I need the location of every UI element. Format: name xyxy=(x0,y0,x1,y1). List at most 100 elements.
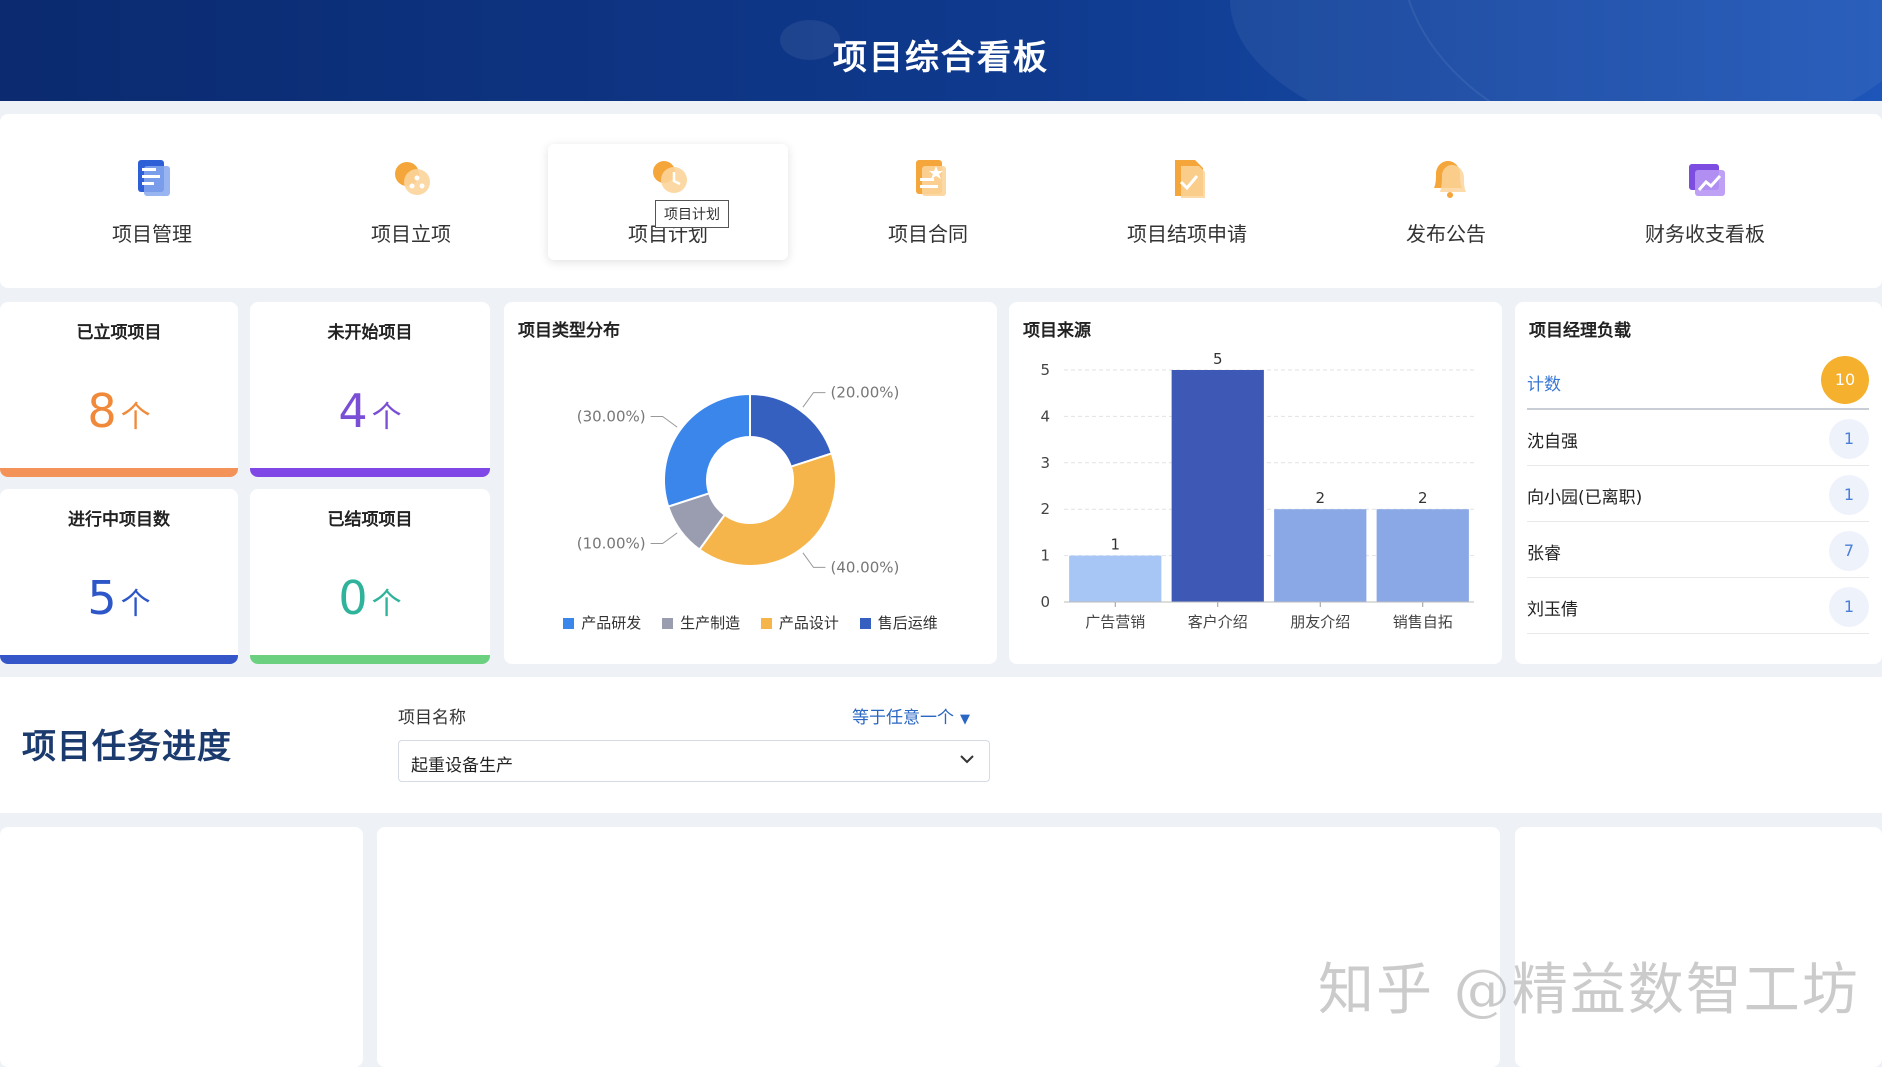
legend-item[interactable]: 产品设计 xyxy=(760,612,839,633)
nav-label: 项目合同 xyxy=(888,222,968,246)
nav-tooltip: 项目计划 xyxy=(655,200,729,228)
project-type-panel: 项目类型分布 (20.00%) (40.00%) (10.00%) (30.00%) … xyxy=(504,302,997,664)
manager-row[interactable]: 向小园(已离职) 1 xyxy=(1527,465,1869,522)
x-tick-label: 客户介绍 xyxy=(1188,613,1248,631)
legend-item[interactable]: 售后运维 xyxy=(859,612,938,633)
stat-accent-bar xyxy=(0,468,238,477)
project-plan-icon xyxy=(653,161,687,193)
nav-label: 财务收支看板 xyxy=(1645,222,1765,246)
count-badge: 10 xyxy=(1821,356,1869,404)
stat-title: 已结项项目 xyxy=(327,510,413,530)
bar[interactable] xyxy=(1171,370,1264,602)
stat-value: 5个 xyxy=(0,571,238,625)
y-tick-label: 5 xyxy=(1040,361,1050,379)
stat-card-not-started[interactable]: 未开始项目 4个 xyxy=(250,302,490,477)
nav-label: 项目管理 xyxy=(112,222,192,246)
y-tick-label: 0 xyxy=(1040,593,1050,611)
watermark: 知乎 @精益数智工坊 xyxy=(1318,958,1860,1023)
donut-legend: 产品研发 生产制造 产品设计 售后运维 xyxy=(504,612,997,633)
filter-label: 项目名称 xyxy=(398,708,466,728)
project-name-select[interactable]: 起重设备生产 xyxy=(398,740,990,782)
stat-number: 5 xyxy=(87,571,117,625)
count-badge: 1 xyxy=(1829,475,1869,515)
bar[interactable] xyxy=(1376,509,1469,602)
manager-name: 张睿 xyxy=(1527,544,1561,564)
manager-name: 沈自强 xyxy=(1527,432,1578,452)
stat-unit: 个 xyxy=(371,400,402,435)
legend-swatch xyxy=(760,618,772,629)
legend-swatch xyxy=(859,618,871,629)
donut-percent-label: (20.00%) xyxy=(830,384,899,402)
project-source-panel: 项目来源 0 1 2 3 4 5 1 广告营销 5 客户介绍 2 朋友介绍 2 销售自拓 xyxy=(1009,302,1502,664)
bar-value-label: 1 xyxy=(1110,536,1120,554)
nav-item-project-setup[interactable]: 项目立项 xyxy=(291,114,531,288)
stat-accent-bar xyxy=(250,468,490,477)
stat-card-in-progress[interactable]: 进行中项目数 5个 xyxy=(0,489,238,664)
quick-nav: 项目管理 项目立项 项目计划 项目合同 项目结项申请 发布公告 财务收支看板 xyxy=(0,114,1882,288)
legend-label: 生产制造 xyxy=(680,614,741,632)
manager-row[interactable]: 沈自强 1 xyxy=(1527,409,1869,466)
nav-label: 项目结项申请 xyxy=(1127,222,1247,246)
stat-value: 8个 xyxy=(0,384,238,438)
count-badge: 1 xyxy=(1829,419,1869,459)
donut-label-line xyxy=(650,532,678,544)
stat-value: 0个 xyxy=(250,571,490,625)
stat-unit: 个 xyxy=(120,400,151,435)
stat-title: 进行中项目数 xyxy=(68,510,170,530)
legend-item[interactable]: 产品研发 xyxy=(563,612,641,633)
nav-label: 项目立项 xyxy=(371,222,451,246)
bottom-panel-left xyxy=(0,827,363,1067)
legend-label: 售后运维 xyxy=(877,614,938,632)
nav-item-announcement[interactable]: 发布公告 xyxy=(1326,114,1566,288)
project-manage-icon xyxy=(138,160,170,196)
manager-row[interactable]: 张睿 7 xyxy=(1527,521,1869,578)
task-progress-section: 项目任务进度 项目名称 等于任意一个 ▼ 起重设备生产 xyxy=(0,677,1882,813)
donut-chart: (20.00%) (40.00%) (10.00%) (30.00%) xyxy=(577,384,900,577)
stat-number: 4 xyxy=(338,384,368,438)
bar[interactable] xyxy=(1274,509,1367,602)
donut-percent-label: (10.00%) xyxy=(577,534,646,552)
donut-percent-label: (30.00%) xyxy=(577,408,646,426)
donut-slice[interactable] xyxy=(663,392,751,508)
nav-item-contract[interactable]: 项目合同 xyxy=(808,114,1048,288)
y-tick-label: 2 xyxy=(1040,500,1050,518)
x-tick-label: 朋友介绍 xyxy=(1290,613,1350,631)
x-tick-label: 广告营销 xyxy=(1085,613,1145,631)
bar-value-label: 2 xyxy=(1315,489,1325,507)
manager-row[interactable]: 刘玉倩 1 xyxy=(1527,577,1869,634)
legend-item[interactable]: 生产制造 xyxy=(662,612,740,633)
stat-number: 0 xyxy=(338,571,368,625)
legend-swatch xyxy=(662,618,674,629)
nav-label: 发布公告 xyxy=(1406,222,1486,246)
stat-card-closed[interactable]: 已结项项目 0个 xyxy=(250,489,490,664)
project-setup-icon xyxy=(395,162,430,195)
y-tick-label: 3 xyxy=(1040,454,1050,472)
bar-value-label: 5 xyxy=(1213,350,1223,368)
contract-icon xyxy=(916,160,946,196)
count-badge: 7 xyxy=(1829,531,1869,571)
nav-item-project-manage[interactable]: 项目管理 xyxy=(32,114,272,288)
stat-accent-bar xyxy=(0,655,238,664)
manager-count-header: 计数 10 xyxy=(1527,352,1869,410)
closing-request-icon xyxy=(1175,160,1205,198)
stat-card-established[interactable]: 已立项项目 8个 xyxy=(0,302,238,477)
stat-unit: 个 xyxy=(120,587,151,622)
donut-slice[interactable] xyxy=(749,392,834,468)
bar[interactable] xyxy=(1069,555,1162,602)
selected-value: 起重设备生产 xyxy=(411,756,513,776)
manager-load-panel: 项目经理负载 计数 10 沈自强 1 向小园(已离职) 1 张睿 7 刘玉倩 1 xyxy=(1515,302,1882,664)
stat-title: 未开始项目 xyxy=(327,323,413,343)
section-title: 项目任务进度 xyxy=(22,727,232,767)
stat-value: 4个 xyxy=(250,384,490,438)
x-tick-label: 销售自拓 xyxy=(1393,613,1453,631)
donut-label-line xyxy=(802,392,826,408)
donut-label-line xyxy=(650,416,678,428)
stat-accent-bar xyxy=(250,655,490,664)
donut-label-line xyxy=(802,552,826,568)
filter-operator-dropdown[interactable]: 等于任意一个 ▼ xyxy=(852,703,970,728)
nav-item-finance-board[interactable]: 财务收支看板 xyxy=(1585,114,1825,288)
nav-item-closing-request[interactable]: 项目结项申请 xyxy=(1067,114,1307,288)
chevron-down-icon xyxy=(960,755,974,764)
finance-chart-icon xyxy=(1689,164,1725,196)
caret-down-icon: ▼ xyxy=(960,712,970,727)
